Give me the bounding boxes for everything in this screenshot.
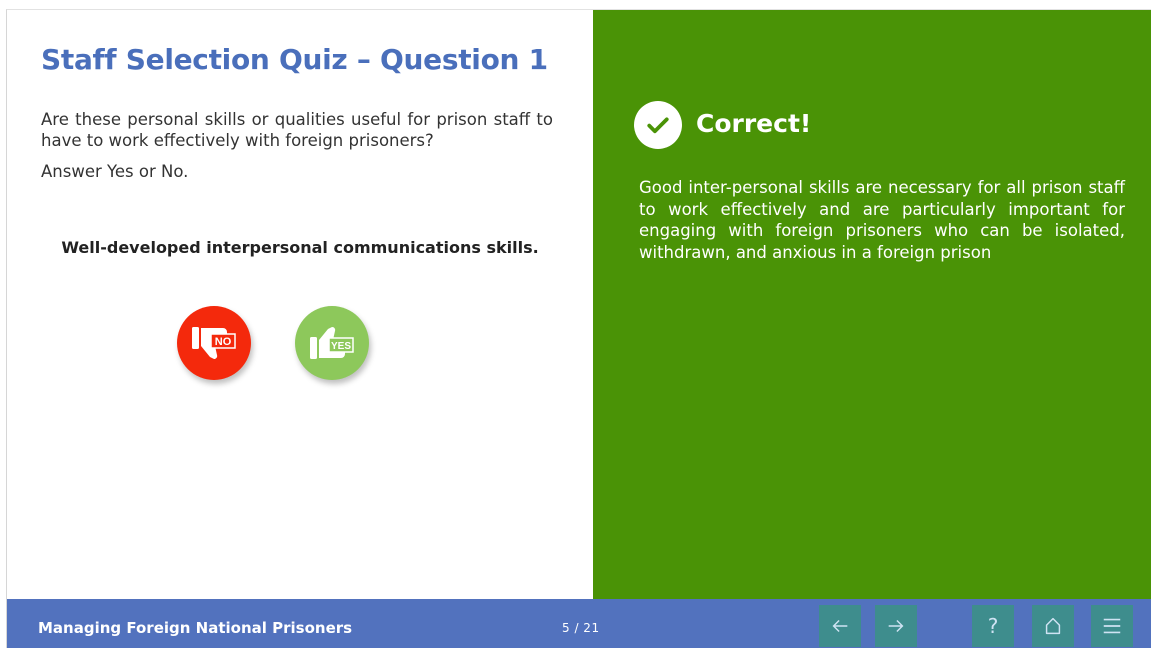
- no-label: NO: [215, 336, 232, 348]
- footer-bar: Managing Foreign National Prisoners 5 / …: [7, 599, 1151, 648]
- help-button[interactable]: ?: [972, 605, 1014, 647]
- home-button[interactable]: [1032, 605, 1074, 647]
- instruction-text: Answer Yes or No.: [41, 162, 189, 181]
- checkmark-icon: [634, 101, 682, 149]
- yes-label: YES: [331, 341, 351, 352]
- feedback-status: Correct!: [696, 109, 812, 138]
- question-text: Are these personal skills or qualities u…: [41, 110, 553, 150]
- yes-button[interactable]: YES: [295, 306, 369, 380]
- question-panel: Staff Selection Quiz – Question 1 Are th…: [7, 10, 593, 599]
- page-indicator: 5 / 21: [562, 621, 600, 635]
- feedback-panel: Correct! Good inter-personal skills are …: [593, 10, 1151, 599]
- thumbs-down-icon: NO: [192, 327, 236, 360]
- feedback-text: Good inter-personal skills are necessary…: [639, 178, 1125, 262]
- arrow-right-icon: [888, 619, 904, 633]
- quiz-statement: Well-developed interpersonal communicati…: [61, 238, 539, 257]
- menu-button[interactable]: [1091, 605, 1133, 647]
- thumbs-up-icon: YES: [310, 326, 354, 359]
- page-title: Staff Selection Quiz – Question 1: [41, 43, 548, 76]
- next-button[interactable]: [875, 605, 917, 647]
- home-icon: [1045, 617, 1061, 635]
- course-title: Managing Foreign National Prisoners: [38, 619, 353, 637]
- no-button[interactable]: NO: [177, 306, 251, 380]
- arrow-left-icon: [832, 619, 848, 633]
- menu-icon: [1103, 618, 1121, 634]
- previous-button[interactable]: [819, 605, 861, 647]
- help-label: ?: [987, 614, 999, 638]
